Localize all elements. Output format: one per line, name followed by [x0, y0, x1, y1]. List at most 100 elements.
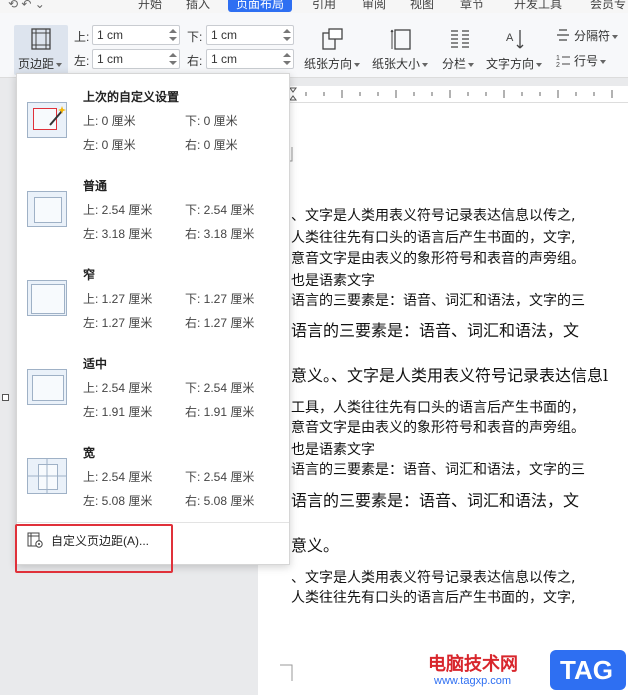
bottom-margin-input[interactable]: 1 cm [206, 25, 294, 45]
doc-line: 、文字是人类用表义符号记录表达信息以传之, [291, 570, 576, 586]
margins-dropdown: 上次的自定义设置 上: 0 厘米 下: 0 厘米 左: 0 厘米 右: 0 厘米… [16, 73, 290, 565]
option-title: 窄 [83, 268, 96, 282]
doc-line: 意义。 [291, 536, 340, 555]
menu-tab-bar: ⟲ ↶ ⌄ 开始 插入 页面布局 引用 审阅 视图 章节 开发工具 会员专 [0, 0, 628, 13]
margin-option-last-custom[interactable]: 上次的自定义设置 上: 0 厘米 下: 0 厘米 左: 0 厘米 右: 0 厘米 [17, 88, 289, 176]
option-right: 右: 5.08 厘米 [185, 494, 255, 508]
columns-icon [451, 30, 469, 48]
tab-review[interactable]: 审阅 [362, 0, 386, 12]
top-margin-input[interactable]: 1 cm [92, 25, 180, 45]
line-numbers-button[interactable]: 12 行号 [556, 52, 628, 70]
doc-line: 人类往往先有口头的语言后产生书面的，文字, [291, 230, 576, 246]
tab-home[interactable]: 开始 [138, 0, 162, 12]
margin-option-wide[interactable]: 宽 上: 2.54 厘米 下: 2.54 厘米 左: 5.08 厘米 右: 5.… [17, 444, 289, 532]
option-left: 左: 1.27 厘米 [83, 316, 153, 330]
watermark: 电脑技术网 www.tagxp.com TAG [428, 650, 628, 695]
paper-size-button[interactable]: 纸张大小 [372, 25, 430, 73]
margin-option-moderate[interactable]: 适中 上: 2.54 厘米 下: 2.54 厘米 左: 1.91 厘米 右: 1… [17, 355, 289, 443]
ribbon-toolbar: 页边距 上: 1 cm 左: 1 cm 下: 1 cm 右: 1 cm 纸张方向… [0, 13, 628, 78]
tab-view[interactable]: 视图 [410, 0, 434, 12]
watermark-badge-text: TAG [560, 655, 613, 685]
watermark-badge: TAG [550, 650, 626, 690]
option-right: 右: 0 厘米 [185, 138, 238, 152]
margins-button[interactable]: 页边距 [14, 25, 68, 75]
highlight-box [15, 524, 173, 573]
option-left: 左: 5.08 厘米 [83, 494, 153, 508]
text-direction-icon: A [506, 30, 524, 49]
watermark-url: www.tagxp.com [434, 675, 512, 687]
grid-lines [28, 459, 66, 493]
option-bottom: 下: 0 厘米 [185, 114, 238, 128]
page-corner-mark [280, 664, 293, 681]
tab-chapter[interactable]: 章节 [460, 0, 484, 12]
line-numbers-icon: 12 [556, 55, 570, 67]
right-margin-input[interactable]: 1 cm [206, 49, 294, 69]
option-top: 上: 2.54 厘米 [83, 203, 153, 217]
tab-references[interactable]: 引用 [312, 0, 336, 12]
doc-line: 也是语素文字 [291, 442, 375, 458]
doc-line: 语言的三要素是：语音、词汇和语法，文字的三 [291, 293, 585, 309]
margin-thumbnail [27, 191, 67, 227]
option-left: 左: 3.18 厘米 [83, 227, 153, 241]
option-right: 右: 1.91 厘米 [185, 405, 255, 419]
option-left: 左: 1.91 厘米 [83, 405, 153, 419]
margin-option-narrow[interactable]: 窄 上: 1.27 厘米 下: 1.27 厘米 左: 1.27 厘米 右: 1.… [17, 266, 289, 354]
magic-wand-icon [49, 106, 66, 126]
option-top: 上: 1.27 厘米 [83, 292, 153, 306]
quick-access-icons[interactable]: ⟲ ↶ ⌄ [8, 0, 45, 12]
orientation-label: 纸张方向 [304, 55, 361, 72]
doc-line: 也是语素文字 [291, 273, 375, 289]
left-margin-input[interactable]: 1 cm [92, 49, 180, 69]
option-bottom: 下: 2.54 厘米 [185, 203, 255, 217]
left-margin-label: 左: [74, 54, 90, 68]
scroll-handle[interactable] [2, 394, 9, 401]
tab-member[interactable]: 会员专 [590, 0, 626, 12]
doc-line: 语言的三要素是：语音、词汇和语法，文 [291, 491, 580, 510]
doc-line: 工具，人类往往先有口头的语言后产生书面的， [291, 400, 585, 416]
separator-label: 分隔符 [574, 27, 619, 44]
doc-line: 意义。、文字是人类用表义符号记录表达信息l [291, 366, 609, 385]
horizontal-ruler[interactable] [286, 86, 628, 103]
option-bottom: 下: 1.27 厘米 [185, 292, 255, 306]
option-left: 左: 0 厘米 [83, 138, 136, 152]
right-margin-label: 右: [187, 54, 203, 68]
page-margins-icon [31, 28, 51, 50]
doc-line: 、文字是人类用表义符号记录表达信息以传之, [291, 208, 576, 224]
margin-thumbnail [27, 102, 67, 138]
doc-line: 意音文字是由表义的象形符号和表音的声旁组。 [291, 251, 585, 267]
text-direction-button[interactable]: A 文字方向 [486, 25, 546, 73]
columns-button[interactable]: 分栏 [440, 25, 480, 73]
option-right: 右: 3.18 厘米 [185, 227, 255, 241]
option-top: 上: 2.54 厘米 [83, 470, 153, 484]
svg-text:A: A [506, 32, 514, 44]
paper-size-label: 纸张大小 [372, 55, 429, 72]
tab-page-layout[interactable]: 页面布局 [228, 0, 293, 12]
margin-thumbnail [27, 369, 67, 405]
option-title: 适中 [83, 357, 108, 371]
option-title: 宽 [83, 446, 96, 460]
margins-button-label: 页边距 [18, 55, 63, 72]
doc-line: 语言的三要素是：语音、词汇和语法，文 [291, 321, 580, 340]
option-bottom: 下: 2.54 厘米 [185, 381, 255, 395]
document-page[interactable] [258, 103, 628, 695]
columns-label: 分栏 [442, 55, 475, 72]
option-title: 上次的自定义设置 [83, 90, 180, 104]
separator-icon [557, 29, 569, 41]
text-direction-label: 文字方向 [486, 55, 543, 72]
option-bottom: 下: 2.54 厘米 [185, 470, 255, 484]
menu-divider [17, 522, 289, 523]
tab-developer[interactable]: 开发工具 [514, 0, 562, 12]
doc-line: 人类往往先有口头的语言后产生书面的，文字, [291, 590, 576, 606]
orientation-button[interactable]: 纸张方向 [304, 25, 361, 73]
option-title: 普通 [83, 179, 108, 193]
ruler-ticks [289, 87, 613, 101]
paper-size-icon [390, 29, 411, 50]
doc-line: 意音文字是由表义的象形符号和表音的声旁组。 [291, 420, 585, 436]
doc-line: 语言的三要素是：语音、词汇和语法，文字的三 [291, 462, 585, 478]
separator-button[interactable]: 分隔符 [556, 27, 628, 45]
tab-insert[interactable]: 插入 [186, 0, 210, 12]
top-margin-label: 上: [74, 30, 90, 44]
option-top: 上: 0 厘米 [83, 114, 136, 128]
margin-option-normal[interactable]: 普通 上: 2.54 厘米 下: 2.54 厘米 左: 3.18 厘米 右: 3… [17, 177, 289, 265]
bottom-margin-label: 下: [187, 30, 203, 44]
